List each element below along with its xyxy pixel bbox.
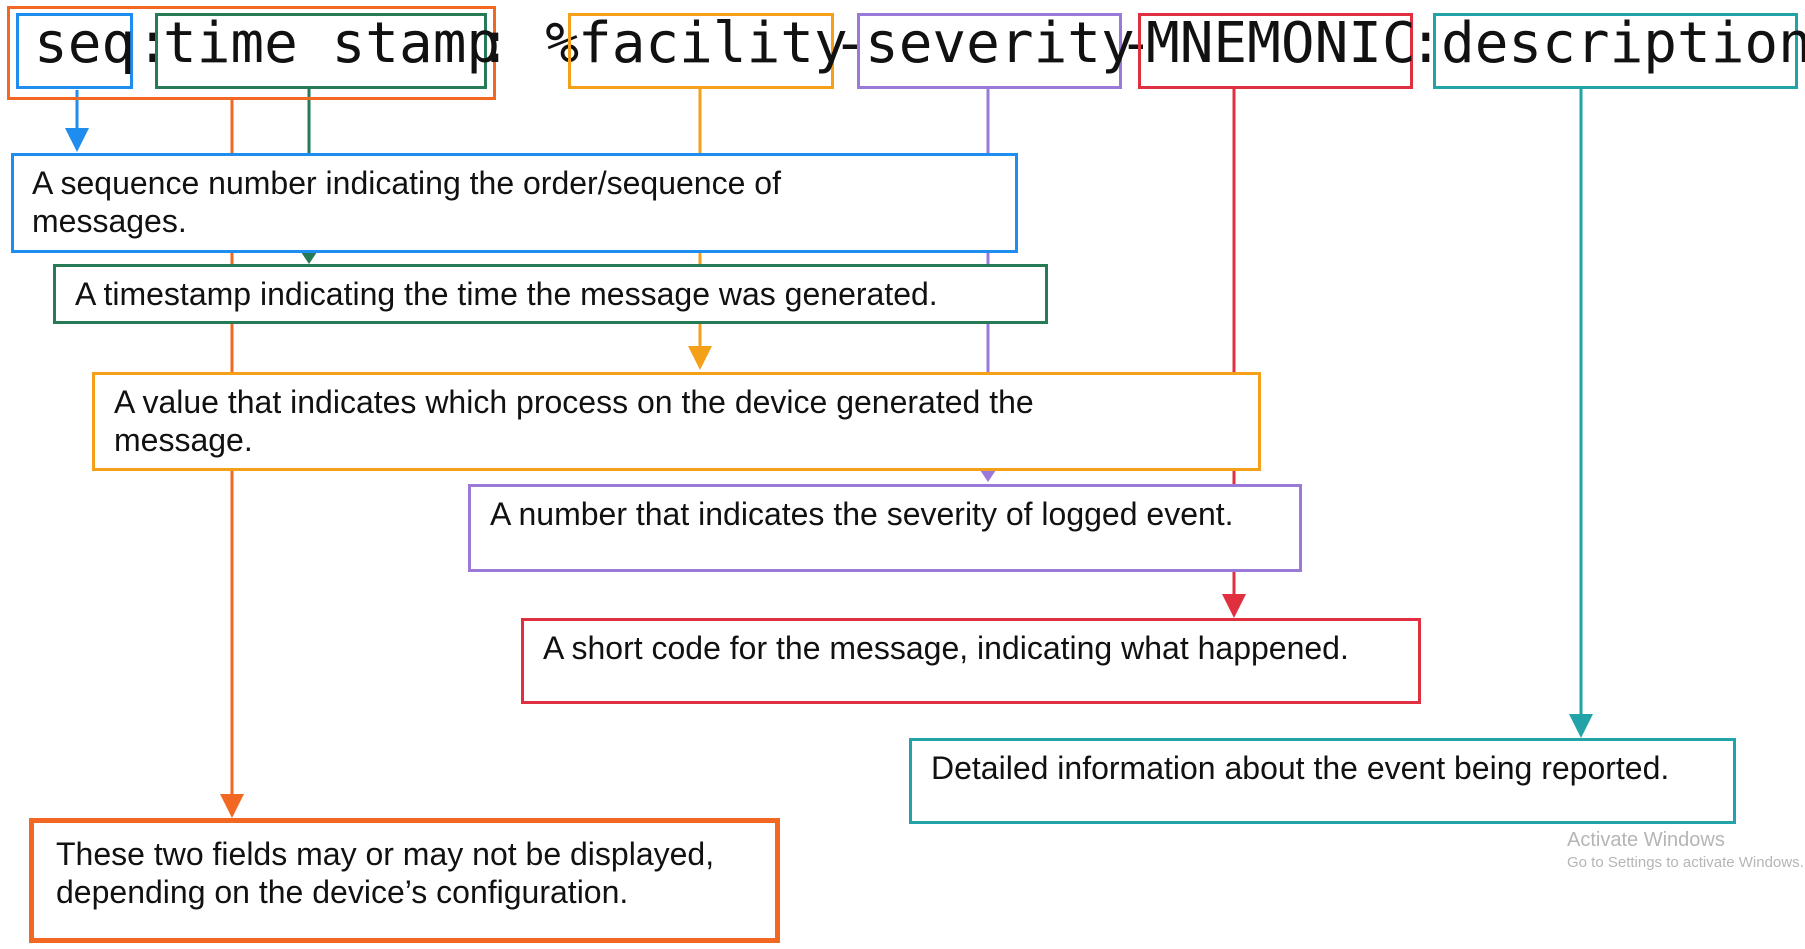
facility-explanation: A value that indicates which process on … [114, 384, 1034, 458]
description-explanation-box: Detailed information about the event bei… [909, 738, 1736, 824]
timestamp-arrowhead [301, 252, 317, 264]
description-token: description [1441, 11, 1805, 76]
severity-explanation-box: A number that indicates the severity of … [468, 484, 1302, 572]
mnemonic-token: MNEMONIC [1146, 11, 1416, 76]
syslog-format-diagram: seq : time stamp : % facility - severity… [0, 0, 1805, 949]
seq-arrowhead [65, 128, 89, 152]
separator-colon-percent: : % [478, 11, 580, 76]
optional-fields-note: These two fields may or may not be displ… [56, 836, 715, 910]
facility-token: facility [578, 11, 848, 76]
mnemonic-explanation: A short code for the message, indicating… [543, 630, 1349, 666]
mnemonic-explanation-box: A short code for the message, indicating… [521, 618, 1421, 704]
optional-fields-note-box: These two fields may or may not be displ… [29, 818, 780, 943]
severity-explanation: A number that indicates the severity of … [490, 496, 1234, 532]
timestamp-explanation: A timestamp indicating the time the mess… [75, 276, 938, 312]
activate-windows-watermark-title: Activate Windows [1567, 829, 1725, 851]
seq-explanation-box: A sequence number indicating the order/s… [11, 153, 1018, 253]
severity-token: severity [865, 11, 1135, 76]
description-explanation: Detailed information about the event bei… [931, 750, 1670, 786]
mnemonic-arrowhead [1222, 594, 1246, 618]
timestamp-token: time stamp [163, 11, 501, 76]
group-arrowhead [220, 794, 244, 818]
facility-explanation-box: A value that indicates which process on … [92, 372, 1261, 471]
activate-windows-watermark-subtitle: Go to Settings to activate Windows. [1567, 854, 1804, 871]
timestamp-explanation-box: A timestamp indicating the time the mess… [53, 264, 1048, 324]
seq-token: seq [34, 11, 136, 76]
seq-explanation: A sequence number indicating the order/s… [32, 165, 781, 239]
description-arrowhead [1569, 714, 1593, 738]
facility-arrowhead [688, 346, 712, 370]
severity-arrowhead [980, 470, 996, 482]
